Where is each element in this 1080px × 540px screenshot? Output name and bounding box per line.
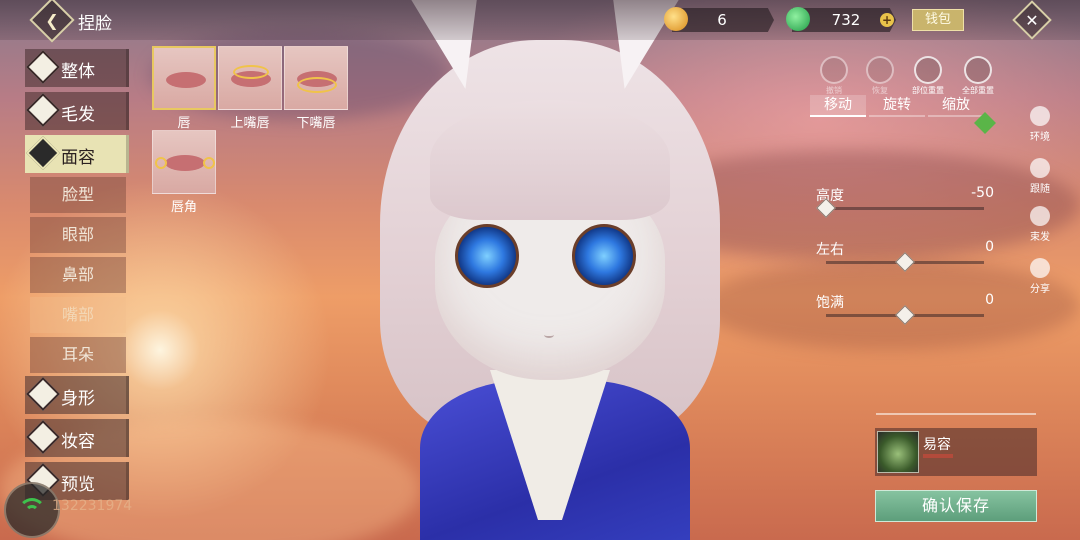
slider-horizontal[interactable] (826, 252, 984, 272)
part-label: 上嘴唇 (230, 116, 270, 131)
part-lip-corner[interactable] (152, 130, 216, 194)
divider (876, 413, 1036, 415)
disguise-status-bar (923, 454, 953, 458)
environment-button[interactable]: 环境 (1024, 106, 1056, 143)
slider-fullness[interactable] (826, 305, 984, 325)
hair-icon (26, 93, 60, 127)
follow-button[interactable]: 跟随 (1024, 158, 1056, 195)
category-label: 毛发 (61, 105, 95, 125)
undo-button[interactable]: 撤销 (818, 56, 850, 96)
part-lower-lip[interactable] (284, 46, 348, 110)
jade-coin-icon (786, 7, 810, 31)
category-figure[interactable]: 身形 (25, 376, 129, 414)
tie-hair-button[interactable]: 束发 (1024, 206, 1056, 243)
makeup-icon (26, 420, 60, 454)
tab-move[interactable]: 移动 (810, 95, 866, 117)
reset-all-icon (964, 56, 992, 84)
arrow-left-icon: ❮ (45, 10, 59, 30)
redo-icon (866, 56, 894, 84)
wifi-icon-inner (25, 505, 39, 519)
share-button[interactable]: 分享 (1024, 258, 1056, 295)
camera-icon (1030, 158, 1050, 178)
subcategory-nose[interactable]: 鼻部 (30, 257, 126, 293)
gold-amount: 6 (717, 11, 727, 29)
category-label: 预览 (61, 475, 95, 495)
slider-horizontal-label: 左右 (816, 242, 844, 258)
share-label: 分享 (1030, 284, 1050, 295)
highlight-ring-icon (297, 77, 337, 93)
close-icon: ✕ (1025, 10, 1039, 30)
disguise-item-icon (877, 431, 919, 473)
redo-button[interactable]: 恢复 (864, 56, 896, 96)
reset-icon (914, 56, 942, 84)
page-title: 捏脸 (78, 14, 112, 34)
follow-label: 跟随 (1030, 184, 1050, 195)
lips-thumbnail (165, 155, 205, 171)
highlight-ring-icon (203, 157, 215, 169)
slider-fullness-value: 0 (985, 292, 994, 308)
category-label: 面容 (61, 148, 95, 168)
face-icon (26, 136, 60, 170)
highlight-ring-icon (155, 157, 167, 169)
jade-amount: 732 (831, 11, 861, 29)
part-label: 唇 (177, 116, 191, 131)
body-icon (26, 50, 60, 84)
slider-horizontal-value: 0 (985, 239, 994, 255)
character-eye-right (572, 224, 636, 288)
subcategory-mouth[interactable]: 嘴部 (30, 297, 126, 333)
gold-coin-icon (664, 7, 688, 31)
character-mouth (544, 332, 554, 338)
slider-fullness-label: 饱满 (816, 295, 844, 311)
part-upper-lip[interactable] (218, 46, 282, 110)
category-label: 妆容 (61, 432, 95, 452)
tie-hair-label: 束发 (1030, 232, 1050, 243)
disguise-label: 易容 (923, 437, 951, 453)
subcategory-face-shape[interactable]: 脸型 (30, 177, 126, 213)
figure-icon (26, 377, 60, 411)
disguise-card[interactable]: 易容 (875, 428, 1037, 476)
undo-icon (820, 56, 848, 84)
subcategory-ears[interactable]: 耳朵 (30, 337, 126, 373)
slider-height[interactable] (816, 198, 984, 218)
character-bangs (430, 100, 670, 220)
category-label: 身形 (61, 389, 95, 409)
environment-label: 环境 (1030, 132, 1050, 143)
category-overall[interactable]: 整体 (25, 49, 129, 87)
highlight-ring-icon (233, 65, 269, 79)
subcategory-eyes[interactable]: 眼部 (30, 217, 126, 253)
character-model[interactable] (340, 0, 760, 540)
character-eye-left (455, 224, 519, 288)
lips-thumbnail (166, 72, 206, 88)
category-face[interactable]: 面容 (25, 135, 129, 173)
category-hair[interactable]: 毛发 (25, 92, 129, 130)
reset-part-button[interactable]: 部位重置 (912, 56, 944, 96)
environment-icon (1030, 106, 1050, 126)
add-currency-button[interactable]: + (880, 13, 894, 27)
category-label: 整体 (61, 62, 95, 82)
tab-rotate[interactable]: 旋转 (869, 95, 925, 117)
player-id: 132231974 (52, 498, 133, 514)
part-lips[interactable] (152, 46, 216, 110)
slider-height-value: -50 (971, 185, 994, 201)
category-makeup[interactable]: 妆容 (25, 419, 129, 457)
share-icon (1030, 258, 1050, 278)
reset-all-button[interactable]: 全部重置 (962, 56, 994, 96)
hair-tie-icon (1030, 206, 1050, 226)
part-label: 唇角 (170, 200, 197, 215)
part-label: 下嘴唇 (296, 116, 336, 131)
tab-scale[interactable]: 缩放 (928, 95, 984, 117)
confirm-save-button[interactable]: 确认保存 (875, 490, 1037, 522)
wallet-button[interactable]: 钱包 (912, 9, 964, 31)
